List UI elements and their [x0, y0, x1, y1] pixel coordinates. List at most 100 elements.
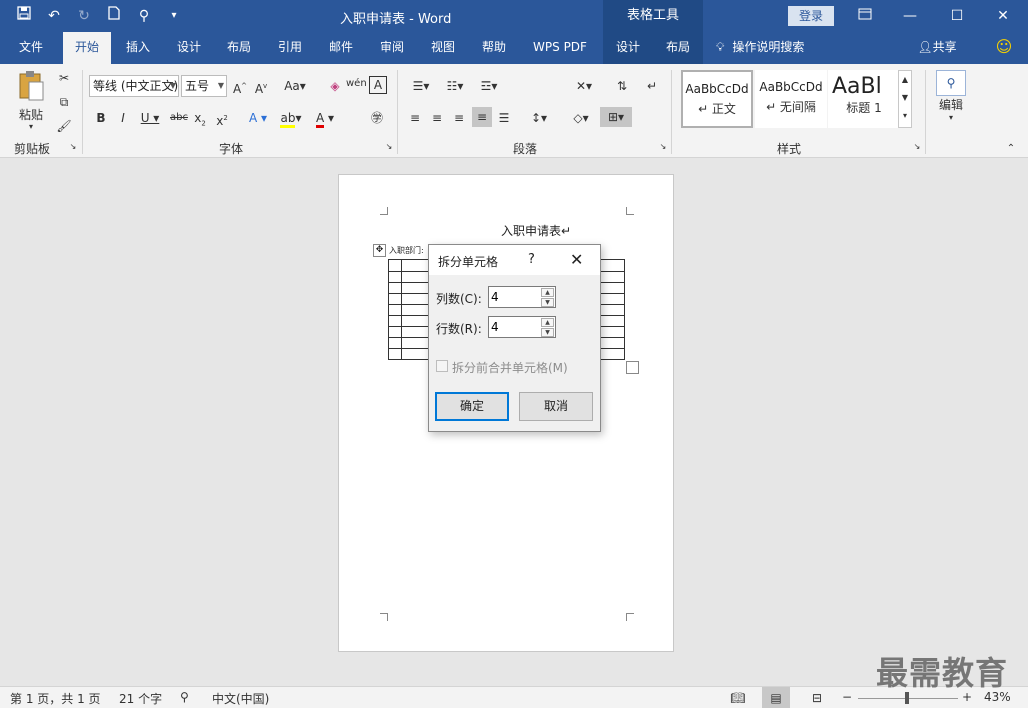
line-spacing-icon[interactable]: ↕▾	[524, 108, 554, 128]
spin-up-icon[interactable]: ▲	[541, 288, 554, 297]
text-effects-icon[interactable]: A ▾	[244, 108, 272, 128]
word-count[interactable]: 21 个字	[119, 690, 162, 707]
tab-layout[interactable]: 布局	[217, 32, 261, 64]
rows-stepper: ▲ ▼	[488, 316, 556, 338]
ribbon-display-options-icon[interactable]	[853, 4, 877, 28]
tab-references[interactable]: 引用	[268, 32, 312, 64]
save-icon[interactable]	[14, 6, 34, 26]
align-center-icon[interactable]: ≡	[428, 108, 446, 128]
tab-help[interactable]: 帮助	[472, 32, 516, 64]
shrink-font-icon[interactable]: Av	[252, 76, 270, 99]
justify-icon[interactable]: ≡	[472, 107, 492, 127]
italic-icon[interactable]: I	[115, 108, 131, 128]
borders-icon[interactable]: ⊞▾	[600, 107, 632, 127]
copy-icon[interactable]: ⧉	[55, 92, 73, 112]
chinese-layout-icon[interactable]: ✕▾	[568, 76, 600, 96]
multilevel-list-icon[interactable]: ☲▾	[474, 76, 504, 96]
ok-button[interactable]: 确定	[435, 392, 509, 421]
help-icon[interactable]: ?	[528, 252, 535, 267]
feedback-smiley-icon[interactable]: ☺	[992, 32, 1016, 64]
page-count[interactable]: 第 1 页，共 1 页	[10, 690, 101, 707]
strikethrough-icon[interactable]: abc	[168, 108, 190, 128]
tab-wps-pdf[interactable]: WPS PDF	[525, 32, 595, 64]
margin-corner	[380, 613, 388, 621]
align-left-icon[interactable]: ≡	[406, 108, 424, 128]
highlight-color-icon[interactable]: ab▾	[276, 108, 306, 128]
tab-design[interactable]: 设计	[167, 32, 211, 64]
touch-mode-icon[interactable]: ⚲	[134, 6, 154, 26]
close-icon[interactable]: ✕	[570, 250, 583, 269]
bold-icon[interactable]: B	[93, 108, 109, 128]
distributed-icon[interactable]: ☰	[494, 108, 514, 128]
table-tools-context: 表格工具	[603, 0, 703, 32]
table-move-handle-icon[interactable]: ✥	[373, 244, 386, 257]
columns-input[interactable]	[489, 287, 541, 307]
merge-before-split-checkbox[interactable]	[436, 360, 448, 372]
enclose-characters-icon[interactable]: ㊫	[367, 108, 387, 128]
font-launcher-icon[interactable]: ↘	[384, 142, 394, 152]
style-heading-1[interactable]: AaBl 标题 1	[828, 70, 900, 128]
tab-table-layout[interactable]: 布局	[657, 32, 699, 64]
paste-button[interactable]: 粘贴 ▾	[12, 70, 50, 134]
paragraph-launcher-icon[interactable]: ↘	[658, 142, 668, 152]
sort-icon[interactable]: ⇅	[612, 76, 632, 96]
editing-button[interactable]: ⚲ 编辑 ▾	[934, 70, 968, 134]
show-marks-icon[interactable]: ↵	[642, 76, 662, 96]
tab-review[interactable]: 审阅	[370, 32, 414, 64]
minimize-icon[interactable]: —	[898, 4, 922, 28]
styles-launcher-icon[interactable]: ↘	[912, 142, 922, 152]
tab-file[interactable]: 文件	[8, 32, 54, 64]
cancel-button[interactable]: 取消	[519, 392, 593, 421]
tab-home[interactable]: 开始	[63, 32, 111, 64]
phonetic-guide-icon[interactable]: wén	[346, 74, 367, 94]
close-icon[interactable]: ✕	[991, 4, 1015, 28]
format-painter-icon[interactable]: 🖌︎	[55, 116, 73, 136]
collapse-ribbon-icon[interactable]: ⌃	[1004, 142, 1018, 156]
bullets-icon[interactable]: ☰▾	[406, 76, 436, 96]
tab-insert[interactable]: 插入	[116, 32, 160, 64]
spin-down-icon[interactable]: ▼	[541, 328, 554, 337]
undo-icon[interactable]: ↶	[44, 6, 64, 26]
align-right-icon[interactable]: ≡	[450, 108, 468, 128]
font-size-combo[interactable]: 五号 ▼	[181, 75, 227, 97]
clipboard-launcher-icon[interactable]: ↘	[68, 142, 78, 152]
cut-icon[interactable]: ✂	[55, 68, 73, 88]
redo-icon[interactable]: ↻	[74, 6, 94, 26]
subscript-icon[interactable]: x2	[192, 108, 208, 133]
language-indicator[interactable]: 中文(中国)	[212, 690, 269, 707]
character-border-icon[interactable]: A	[369, 76, 387, 94]
shading-icon[interactable]: ◇▾	[566, 108, 596, 128]
login-button[interactable]: 登录	[788, 6, 834, 26]
zoom-out-button[interactable]: −	[842, 690, 852, 704]
web-layout-icon[interactable]: ⊟	[803, 687, 831, 708]
tell-me-search[interactable]: 💡︎ 操作说明搜索	[716, 32, 826, 64]
new-doc-icon[interactable]	[104, 6, 124, 26]
numbering-icon[interactable]: ☷▾	[440, 76, 470, 96]
tab-table-design[interactable]: 设计	[607, 32, 649, 64]
superscript-icon[interactable]: x2	[214, 108, 230, 131]
font-name-combo[interactable]: 等线 (中文正文) ▼	[89, 75, 179, 97]
customize-qat-icon[interactable]: ▾	[164, 6, 184, 26]
print-layout-icon[interactable]: ▤	[762, 687, 790, 708]
ribbon-tabs: 文件 开始 插入 设计 布局 引用 邮件 审阅 视图 帮助 WPS PDF 设计…	[0, 32, 1028, 64]
spin-down-icon[interactable]: ▼	[541, 298, 554, 307]
proofing-icon[interactable]: ⚲	[180, 690, 189, 704]
rows-input[interactable]	[489, 317, 541, 337]
styles-gallery-scroll[interactable]: ▲ ▼ ▾	[898, 70, 912, 128]
style-no-spacing[interactable]: AaBbCcDd ↵ 无间隔	[755, 70, 827, 128]
tab-view[interactable]: 视图	[421, 32, 465, 64]
grow-font-icon[interactable]: A^	[231, 76, 249, 99]
table-resize-handle[interactable]	[626, 361, 639, 374]
change-case-icon[interactable]: Aa▾	[280, 76, 310, 96]
underline-icon[interactable]: U ▾	[137, 108, 163, 128]
columns-stepper: ▲ ▼	[488, 286, 556, 308]
font-color-icon[interactable]: A ▾	[310, 108, 340, 128]
style-normal[interactable]: AaBbCcDd ↵ 正文	[681, 70, 753, 128]
document-title: 入职申请表 - Word	[340, 12, 452, 27]
clear-formatting-icon[interactable]: ◈	[325, 76, 345, 96]
share-button[interactable]: 👤︎共享	[912, 32, 962, 64]
read-mode-icon[interactable]: 📖︎	[724, 687, 752, 708]
spin-up-icon[interactable]: ▲	[541, 318, 554, 327]
maximize-icon[interactable]: ☐	[945, 4, 969, 28]
tab-mailings[interactable]: 邮件	[319, 32, 363, 64]
